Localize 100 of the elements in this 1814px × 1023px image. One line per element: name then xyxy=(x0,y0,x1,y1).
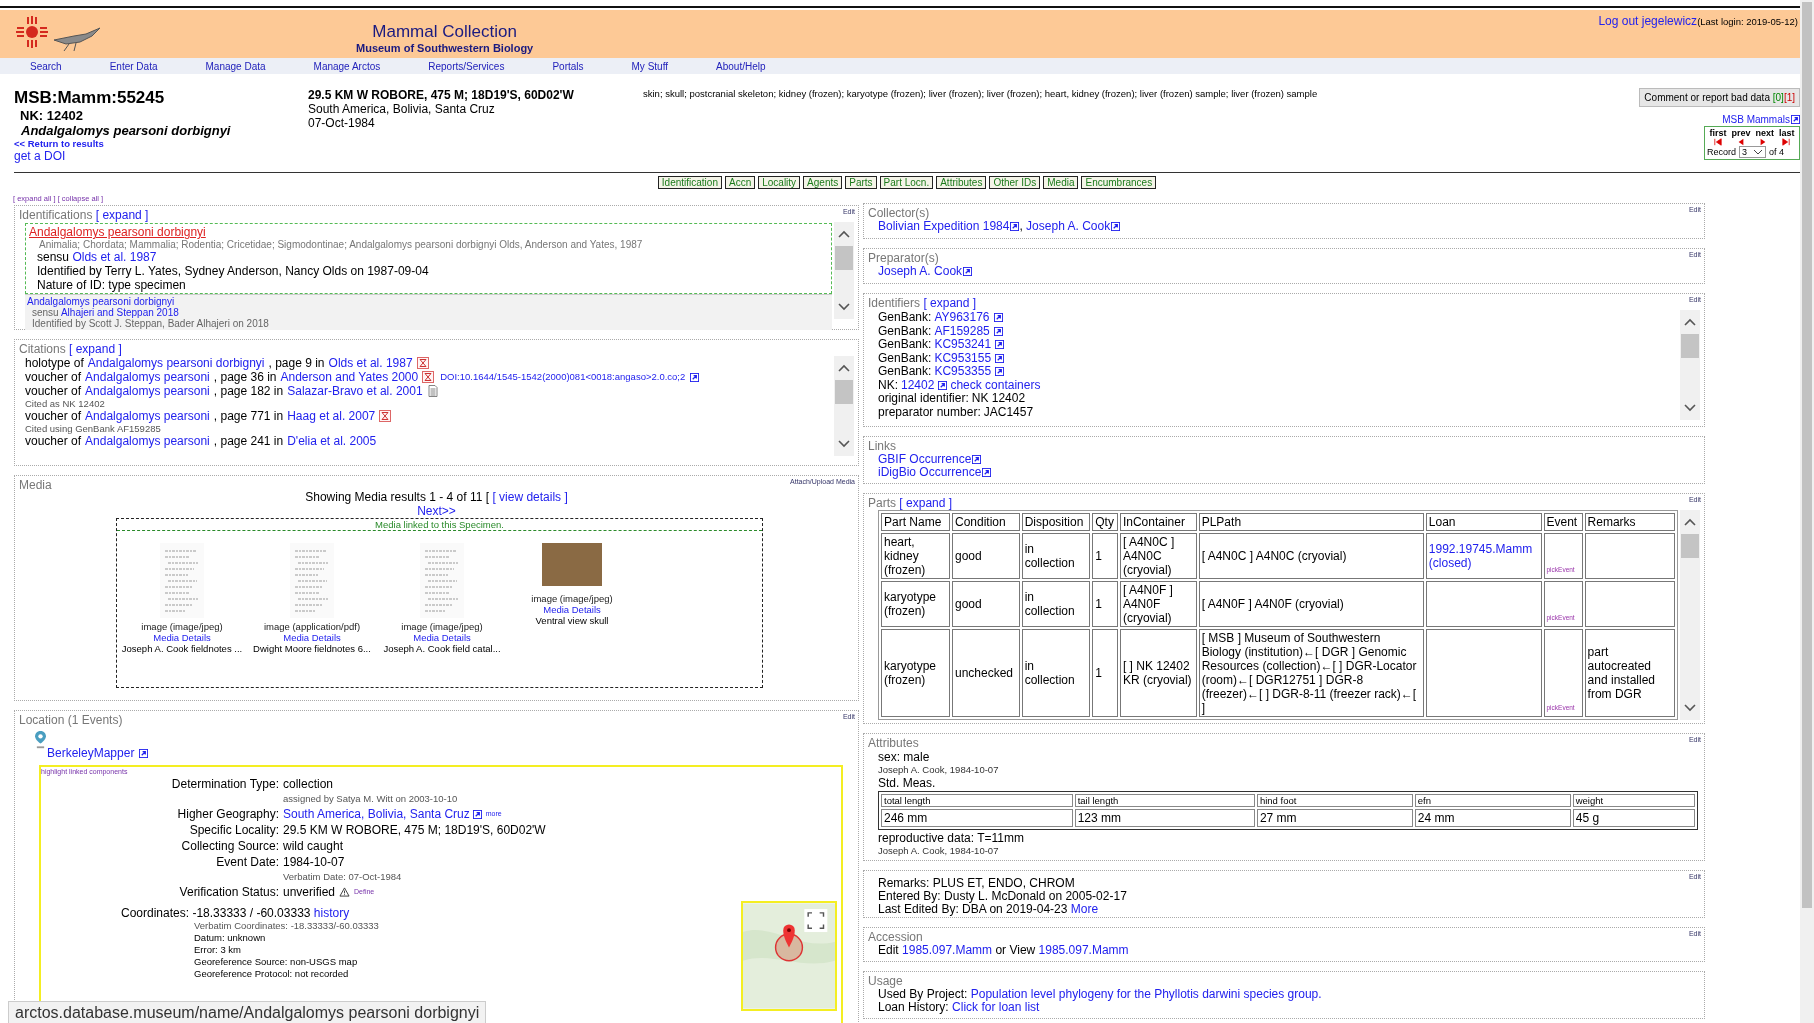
external-link-icon[interactable] xyxy=(982,468,992,477)
chevron-down-icon[interactable] xyxy=(1684,404,1696,412)
last-page-icon[interactable] xyxy=(1781,138,1790,146)
publication-link[interactable]: Alhajeri and Steppan 2018 xyxy=(60,307,179,318)
identifier-link[interactable]: KC953155 xyxy=(934,351,992,365)
publication-link[interactable]: Anderson and Yates 2000 xyxy=(280,370,419,384)
scrollbar[interactable] xyxy=(1680,310,1700,420)
comment-button[interactable]: Comment or report bad data [0][1] xyxy=(1639,88,1800,107)
chevron-down-icon[interactable] xyxy=(838,440,850,448)
chevron-down-icon[interactable] xyxy=(1684,704,1696,712)
nav-menu-item[interactable]: Enter Data xyxy=(109,60,158,72)
publication-link[interactable]: Haag et al. 2007 xyxy=(287,409,376,423)
scrollbar-thumb[interactable] xyxy=(1681,534,1699,558)
nav-menu-item[interactable]: Portals xyxy=(552,60,584,72)
identifier-link[interactable]: KC953355 xyxy=(934,365,992,379)
section-tab[interactable]: Media xyxy=(1043,176,1079,189)
expand-link[interactable]: [ expand ] xyxy=(899,496,953,510)
scrollbar-thumb[interactable] xyxy=(1802,2,1812,908)
chevron-down-icon[interactable] xyxy=(838,303,850,311)
accession-link[interactable]: 1985.097.Mamm xyxy=(902,943,993,957)
section-tab[interactable]: Encumbrances xyxy=(1081,176,1157,189)
external-link-icon[interactable] xyxy=(1010,222,1020,231)
scrollbar[interactable] xyxy=(834,356,854,456)
publication-link[interactable]: Salazar-Bravo et al. 2001 xyxy=(287,384,423,398)
identifier-link[interactable]: AF159285 xyxy=(934,324,990,338)
external-link-icon[interactable] xyxy=(963,267,973,276)
section-tab[interactable]: Other IDs xyxy=(989,176,1041,189)
agent-link[interactable]: Joseph A. Cook xyxy=(878,264,963,278)
scrollbar-thumb[interactable] xyxy=(835,246,853,270)
check-containers-link[interactable]: check containers xyxy=(950,378,1041,392)
pdf-icon[interactable] xyxy=(379,410,392,422)
identifier-link[interactable]: AY963176 xyxy=(934,311,990,325)
nav-menu-item[interactable]: Manage Arctos xyxy=(313,60,381,72)
page-scrollbar[interactable] xyxy=(1800,0,1814,1023)
expand-link[interactable]: [ expand ] xyxy=(69,342,122,356)
external-link-icon[interactable] xyxy=(995,367,1005,377)
next-icon[interactable] xyxy=(1759,138,1768,146)
media-details-link[interactable]: Media Details xyxy=(283,632,341,643)
media-details-link[interactable]: Media Details xyxy=(413,632,471,643)
berkeleymapper-link[interactable]: BerkeleyMapper xyxy=(47,746,135,760)
taxon-link[interactable]: Andalgalomys pearsoni xyxy=(85,384,210,398)
taxon-link[interactable]: Andalgalomys pearsoni dorbignyi xyxy=(87,356,265,370)
section-tab[interactable]: Locality xyxy=(758,176,801,189)
external-link-icon[interactable] xyxy=(993,326,1003,336)
section-tab[interactable]: Identification xyxy=(657,176,722,189)
nav-menu-item[interactable]: Search xyxy=(30,60,62,72)
accession-link[interactable]: 1985.097.Mamm xyxy=(1038,943,1129,957)
external-link-icon[interactable] xyxy=(139,748,149,758)
chevron-up-icon[interactable] xyxy=(1684,318,1696,326)
map-drawing[interactable] xyxy=(741,901,837,1011)
external-link[interactable]: iDigBio Occurrence xyxy=(878,465,982,479)
first-page-icon[interactable] xyxy=(1714,138,1723,146)
doi-link[interactable]: DOI:10.1644/1545-1542(2000)081<0018:angaso>2.0.co;2 xyxy=(440,370,686,384)
external-link-icon[interactable] xyxy=(938,380,948,390)
section-tab[interactable]: Parts xyxy=(845,176,877,189)
external-link[interactable]: GBIF Occurrence xyxy=(878,452,972,466)
agent-link[interactable]: Joseph A. Cook xyxy=(1026,219,1111,233)
taxon-link[interactable]: Andalgalomys pearsoni dorbignyi xyxy=(27,296,175,307)
taxon-link[interactable]: Andalgalomys pearsoni dorbignyi xyxy=(29,225,206,239)
record-select[interactable]: 3 xyxy=(1739,146,1767,158)
next-link[interactable]: Next>> xyxy=(417,504,456,518)
section-tab[interactable]: Agents xyxy=(803,176,843,189)
pdf-icon[interactable] xyxy=(422,371,435,383)
table-cell[interactable]: 1992.19745.Mamm (closed) xyxy=(1425,533,1542,579)
view-details-link[interactable]: [ view details ] xyxy=(492,490,568,504)
scrollbar-thumb[interactable] xyxy=(835,380,853,404)
expand-link[interactable]: [ expand ] xyxy=(923,296,977,310)
taxon-link[interactable]: Andalgalomys pearsoni xyxy=(85,434,210,448)
media-details-link[interactable]: Media Details xyxy=(543,604,601,615)
external-link-icon[interactable] xyxy=(993,313,1003,323)
chevron-up-icon[interactable] xyxy=(838,364,850,372)
document-icon[interactable] xyxy=(426,385,439,397)
return-link[interactable]: << Return to results xyxy=(14,138,308,149)
scrollbar[interactable] xyxy=(1680,510,1700,720)
external-link-icon[interactable] xyxy=(995,340,1005,350)
scrollbar[interactable] xyxy=(834,222,854,319)
previous-icon[interactable] xyxy=(1736,138,1745,146)
logout-link[interactable]: Log out jegelewicz xyxy=(1598,14,1698,28)
history-link[interactable]: history xyxy=(313,906,350,920)
loan-list-link[interactable]: Click for loan list xyxy=(952,1000,1040,1014)
expand-link[interactable]: [ expand ] xyxy=(95,208,149,222)
external-link-icon[interactable] xyxy=(1111,222,1121,231)
publication-link[interactable]: Olds et al. 1987 xyxy=(328,356,413,370)
chevron-up-icon[interactable] xyxy=(838,230,850,238)
identifier-link[interactable]: KC953241 xyxy=(934,338,992,352)
external-link-icon[interactable] xyxy=(472,809,482,819)
taxon-link[interactable]: Andalgalomys pearsoni xyxy=(85,370,210,384)
geography-link[interactable]: South America, Bolivia, Santa Cruz xyxy=(283,807,470,821)
nav-menu-item[interactable]: Reports/Services xyxy=(428,60,505,72)
section-tab[interactable]: Part Locn. xyxy=(879,176,934,189)
nav-menu-item[interactable]: Manage Data xyxy=(205,60,266,72)
publication-link[interactable]: Olds et al. 1987 xyxy=(72,250,157,264)
nav-menu-item[interactable]: About/Help xyxy=(716,60,766,72)
taxon-link[interactable]: Andalgalomys pearsoni xyxy=(85,409,210,423)
media-details-link[interactable]: Media Details xyxy=(153,632,211,643)
external-link-icon[interactable] xyxy=(690,372,700,382)
identifier-link[interactable]: 12402 xyxy=(901,378,935,392)
external-link-icon[interactable] xyxy=(972,455,982,464)
external-link-icon[interactable] xyxy=(995,353,1005,363)
section-tab[interactable]: Attributes xyxy=(936,176,987,189)
